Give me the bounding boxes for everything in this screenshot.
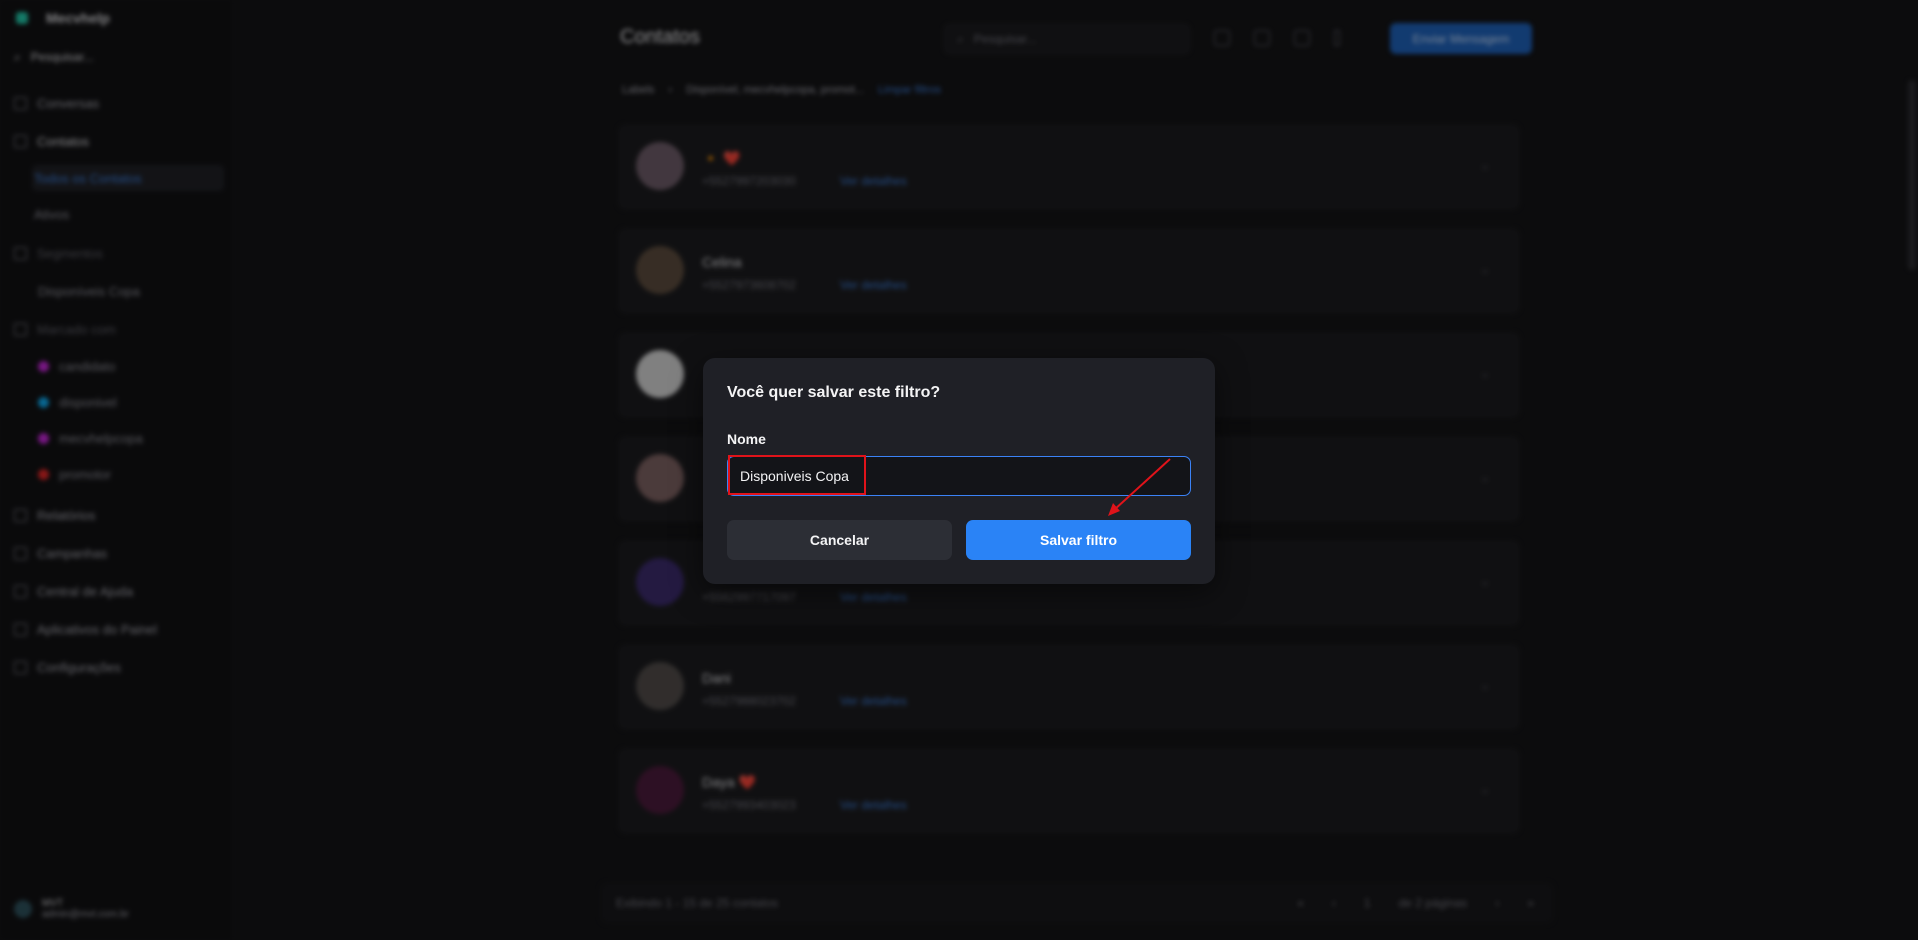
save-filter-button[interactable]: Salvar filtro [966, 520, 1191, 560]
dialog-title: Você quer salvar este filtro? [727, 384, 941, 401]
name-field-label: Nome [727, 431, 766, 447]
cancel-button[interactable]: Cancelar [727, 520, 952, 560]
filter-name-input[interactable] [727, 456, 1191, 496]
save-filter-dialog: Você quer salvar este filtro? Nome Cance… [703, 358, 1215, 584]
